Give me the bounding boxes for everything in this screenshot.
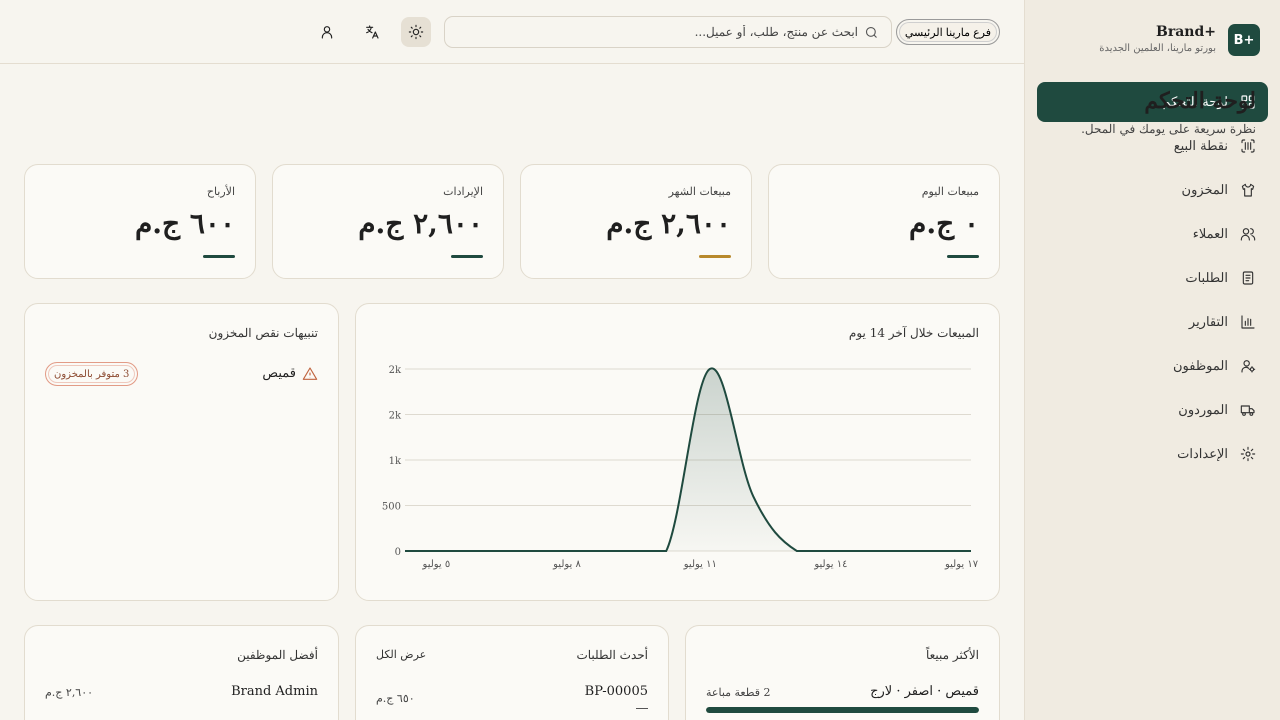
y-tick-label: 500 — [382, 502, 401, 513]
search-box[interactable] — [444, 16, 892, 48]
truck-icon — [1240, 405, 1255, 416]
best-seller-qty: 2 قطعة مباعة — [706, 686, 771, 699]
top-staff-title: أفضل الموظفين — [237, 648, 318, 662]
y-tick-label: 1k — [389, 456, 402, 467]
stock-count-badge: 3 متوفر بالمخزون — [45, 362, 139, 386]
sales-chart: 0 500 1k 2k 2k ٥ يوليو ٨ يوليو ١١ يوليو ١٤ يوليو… — [382, 365, 979, 570]
stat-accent-bar — [699, 255, 731, 258]
x-tick-label: ٨ يوليو — [552, 559, 581, 570]
low-stock-item[interactable]: قميص 3 متوفر بالمخزون — [45, 362, 318, 386]
sidebar-item-orders[interactable]: الطلبات — [1037, 258, 1268, 298]
shirt-icon — [1241, 183, 1255, 197]
sidebar-item-label: الطلبات — [1185, 270, 1228, 286]
brand-name: Brand+ — [1156, 24, 1216, 40]
x-tick-label: ١١ يوليو — [683, 559, 717, 570]
best-sellers-title: الأكثر مبيعاً — [925, 648, 979, 662]
sales-chart-card: المبيعات خلال آخر 14 يوم 0 500 1k 2k 2k ٥ يول… — [355, 303, 1000, 601]
stat-label: مبيعات الشهر — [668, 185, 731, 198]
sidebar-item-staff[interactable]: الموظفون — [1037, 346, 1268, 386]
stat-card-revenue: الإيرادات ٢,٦٠٠ ج.م — [272, 164, 504, 279]
x-tick-label: ١٧ يوليو — [944, 559, 979, 570]
stat-accent-bar — [451, 255, 483, 258]
search-icon — [865, 26, 877, 38]
low-stock-title: تنبيهات نقص المخزون — [208, 326, 318, 340]
language-button[interactable] — [357, 17, 387, 47]
branch-selector-button[interactable]: فرع مارينا الرئيسي — [895, 19, 1000, 45]
recent-orders-title: أحدث الطلبات — [576, 648, 648, 662]
sidebar-item-label: الموظفون — [1173, 358, 1228, 374]
stat-card-today-sales: مبيعات اليوم ٠ ج.م — [768, 164, 1000, 279]
top-staff-card: أفضل الموظفين Brand Admin ٢,٦٠٠ ج.م — [24, 625, 339, 720]
best-sellers-card: الأكثر مبيعاً قميص · اصفر · لارج 2 قطعة … — [685, 625, 1000, 720]
order-total: ٦٥٠ ج.م — [376, 692, 415, 705]
warning-icon — [302, 366, 318, 382]
staff-total: ٢,٦٠٠ ج.م — [45, 686, 94, 699]
sidebar-item-label: العملاء — [1192, 226, 1228, 242]
stat-card-profit: الأرباح ٦٠٠ ج.م — [24, 164, 256, 279]
x-tick-label: ١٤ يوليو — [813, 559, 847, 570]
x-tick-label: ٥ يوليو — [422, 559, 451, 570]
receipt-icon — [1242, 271, 1254, 285]
page-title: لوحة التحكم — [1144, 88, 1256, 114]
stat-value: ٠ ج.م — [909, 207, 979, 240]
y-tick-label: 2k — [389, 411, 402, 422]
y-tick-label: 2k — [389, 365, 402, 376]
sidebar-item-label: الإعدادات — [1177, 446, 1228, 462]
translate-icon — [366, 25, 379, 39]
stat-label: مبيعات اليوم — [921, 185, 979, 198]
brand-subtitle: بورتو مارينا، العلمين الجديدة — [1099, 43, 1216, 54]
best-seller-progress — [706, 707, 979, 713]
brand-logo: B+ — [1228, 24, 1260, 56]
gear-icon — [1240, 446, 1256, 462]
barcode-scan-icon — [1241, 139, 1255, 153]
recent-orders-card: أحدث الطلبات عرض الكل BP-00005 ٦٥٠ ج.م — [355, 625, 669, 720]
sidebar-item-label: التقارير — [1188, 314, 1228, 330]
stat-accent-bar — [203, 255, 235, 258]
order-id[interactable]: BP-00005 — [585, 684, 648, 699]
stat-label: الإيرادات — [443, 185, 483, 198]
best-seller-progress-fill — [706, 707, 979, 713]
stat-value: ٦٠٠ ج.م — [134, 207, 235, 240]
stat-accent-bar — [947, 255, 979, 258]
sidebar-item-label: المخزون — [1181, 182, 1228, 198]
sidebar-item-suppliers[interactable]: الموردون — [1037, 390, 1268, 430]
stat-value: ٢,٦٠٠ ج.م — [358, 207, 483, 240]
sidebar-item-settings[interactable]: الإعدادات — [1037, 434, 1268, 474]
page-subtitle: نظرة سريعة على يومك في المحل. — [1081, 122, 1256, 136]
stat-card-month-sales: مبيعات الشهر ٢,٦٠٠ ج.م — [520, 164, 752, 279]
view-all-link[interactable]: عرض الكل — [376, 648, 426, 661]
low-stock-item-name: قميص — [262, 366, 296, 381]
user-menu-button[interactable] — [312, 17, 342, 47]
brand: B+ Brand+ بورتو مارينا، العلمين الجديدة — [1044, 24, 1260, 64]
stat-label: الأرباح — [206, 185, 235, 198]
low-stock-card: تنبيهات نقص المخزون قميص 3 متوفر بالمخزو… — [24, 303, 339, 601]
search-input[interactable] — [457, 25, 858, 39]
bar-chart-icon — [1241, 315, 1255, 329]
theme-toggle-button[interactable] — [401, 17, 431, 47]
sidebar-item-reports[interactable]: التقارير — [1037, 302, 1268, 342]
order-separator — [636, 708, 648, 709]
user-icon — [321, 26, 333, 39]
staff-name: Brand Admin — [231, 684, 318, 699]
sidebar-item-inventory[interactable]: المخزون — [1037, 170, 1268, 210]
sun-icon — [408, 24, 424, 40]
y-tick-label: 0 — [395, 547, 401, 558]
sidebar-item-label: نقطة البيع — [1173, 138, 1228, 154]
users-icon — [1240, 228, 1256, 241]
stat-value: ٢,٦٠٠ ج.م — [606, 207, 731, 240]
best-seller-name: قميص · اصفر · لارج — [870, 684, 979, 699]
user-cog-icon — [1241, 360, 1256, 373]
sidebar-nav: لوحة التحكم نقطة البيع المخزون العملاء ا… — [1037, 82, 1268, 478]
topbar: فرع مارينا الرئيسي — [0, 0, 1024, 64]
sidebar-item-label: الموردون — [1178, 402, 1228, 418]
sidebar-item-customers[interactable]: العملاء — [1037, 214, 1268, 254]
